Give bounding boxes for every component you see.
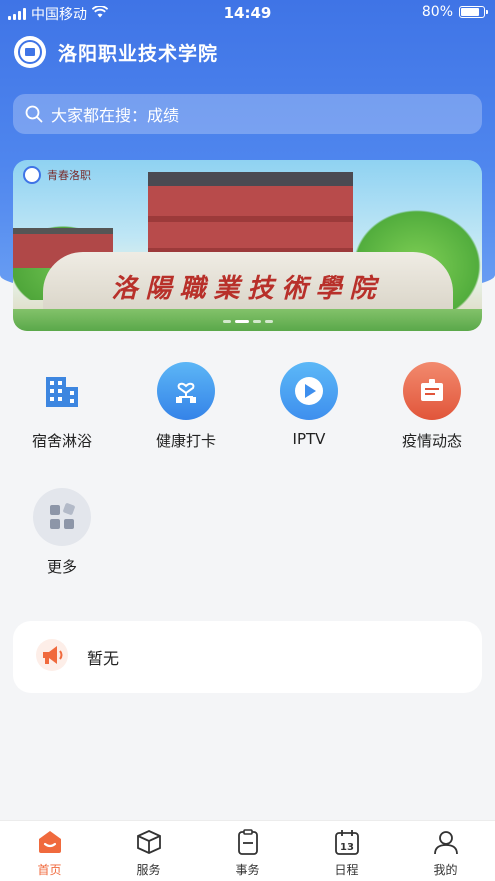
- cube-icon: [135, 829, 163, 859]
- seal-icon: [23, 166, 41, 184]
- search-bar[interactable]: 大家都在搜：成绩: [13, 94, 482, 134]
- more-grid-icon: [33, 488, 91, 546]
- health-checkin-icon: [157, 362, 215, 420]
- home-icon: [36, 829, 64, 859]
- grid-item-epidemic-news[interactable]: 疫情动态: [382, 362, 482, 451]
- banner-pagination: [13, 320, 482, 323]
- grid-label: 健康打卡: [155, 432, 216, 450]
- megaphone-icon: [35, 638, 69, 676]
- search-icon: [25, 105, 43, 123]
- calendar-icon: 13: [333, 829, 361, 859]
- epidemic-news-icon: [403, 362, 461, 420]
- grid-label: 疫情动态: [401, 432, 462, 450]
- app-title: 洛阳职业技术学院: [58, 42, 219, 65]
- pagination-dot: [252, 320, 261, 323]
- tab-label: 服务: [136, 863, 161, 877]
- app-header: 洛阳职业技术学院: [14, 36, 218, 68]
- tab-label: 首页: [37, 863, 62, 877]
- campus-banner[interactable]: 洛陽職業技術學院 青春洛职: [13, 160, 482, 331]
- notice-card[interactable]: 暂无: [13, 621, 482, 693]
- status-right: 80%: [421, 4, 488, 20]
- grid-label: IPTV: [292, 430, 326, 448]
- status-time: 14:49: [223, 4, 272, 22]
- tab-affairs[interactable]: 事务: [198, 821, 297, 881]
- pagination-dot: [264, 320, 273, 323]
- status-bar: 中国移动 14:49 80%: [0, 0, 495, 26]
- tab-label: 日程: [334, 863, 359, 877]
- tab-label: 事务: [235, 863, 260, 877]
- banner-stamp: 青春洛职: [23, 166, 91, 184]
- search-placeholder: 大家都在搜：成绩: [51, 106, 180, 125]
- grid-item-dorm-shower[interactable]: 宿舍淋浴: [12, 362, 112, 451]
- play-icon: [280, 362, 338, 420]
- pagination-dot: [234, 320, 249, 323]
- grid-item-health-checkin[interactable]: 健康打卡: [136, 362, 236, 451]
- grid-item-iptv[interactable]: IPTV: [259, 362, 359, 448]
- tab-mine[interactable]: 我的: [396, 821, 495, 881]
- tab-schedule[interactable]: 13 日程: [297, 821, 396, 881]
- svg-text:13: 13: [340, 842, 354, 853]
- tab-home[interactable]: 首页: [0, 821, 99, 881]
- clipboard-icon: [234, 829, 262, 859]
- stamp-text: 青春洛职: [47, 169, 91, 182]
- tab-services[interactable]: 服务: [99, 821, 198, 881]
- building-icon: [33, 362, 91, 420]
- battery-percent: 80%: [421, 4, 453, 20]
- battery-icon: [459, 6, 488, 18]
- notice-text: 暂无: [87, 649, 120, 668]
- pagination-dot: [222, 320, 231, 323]
- user-icon: [432, 829, 460, 859]
- grid-item-more[interactable]: 更多: [12, 488, 112, 577]
- grid-label: 宿舍淋浴: [31, 432, 92, 450]
- grid-label: 更多: [46, 558, 77, 576]
- tab-label: 我的: [433, 863, 458, 877]
- tab-bar: 首页 服务 事务 13 日程 我的: [0, 820, 495, 881]
- school-logo: [14, 36, 46, 68]
- banner-inscription: 洛陽職業技術學院: [111, 274, 384, 304]
